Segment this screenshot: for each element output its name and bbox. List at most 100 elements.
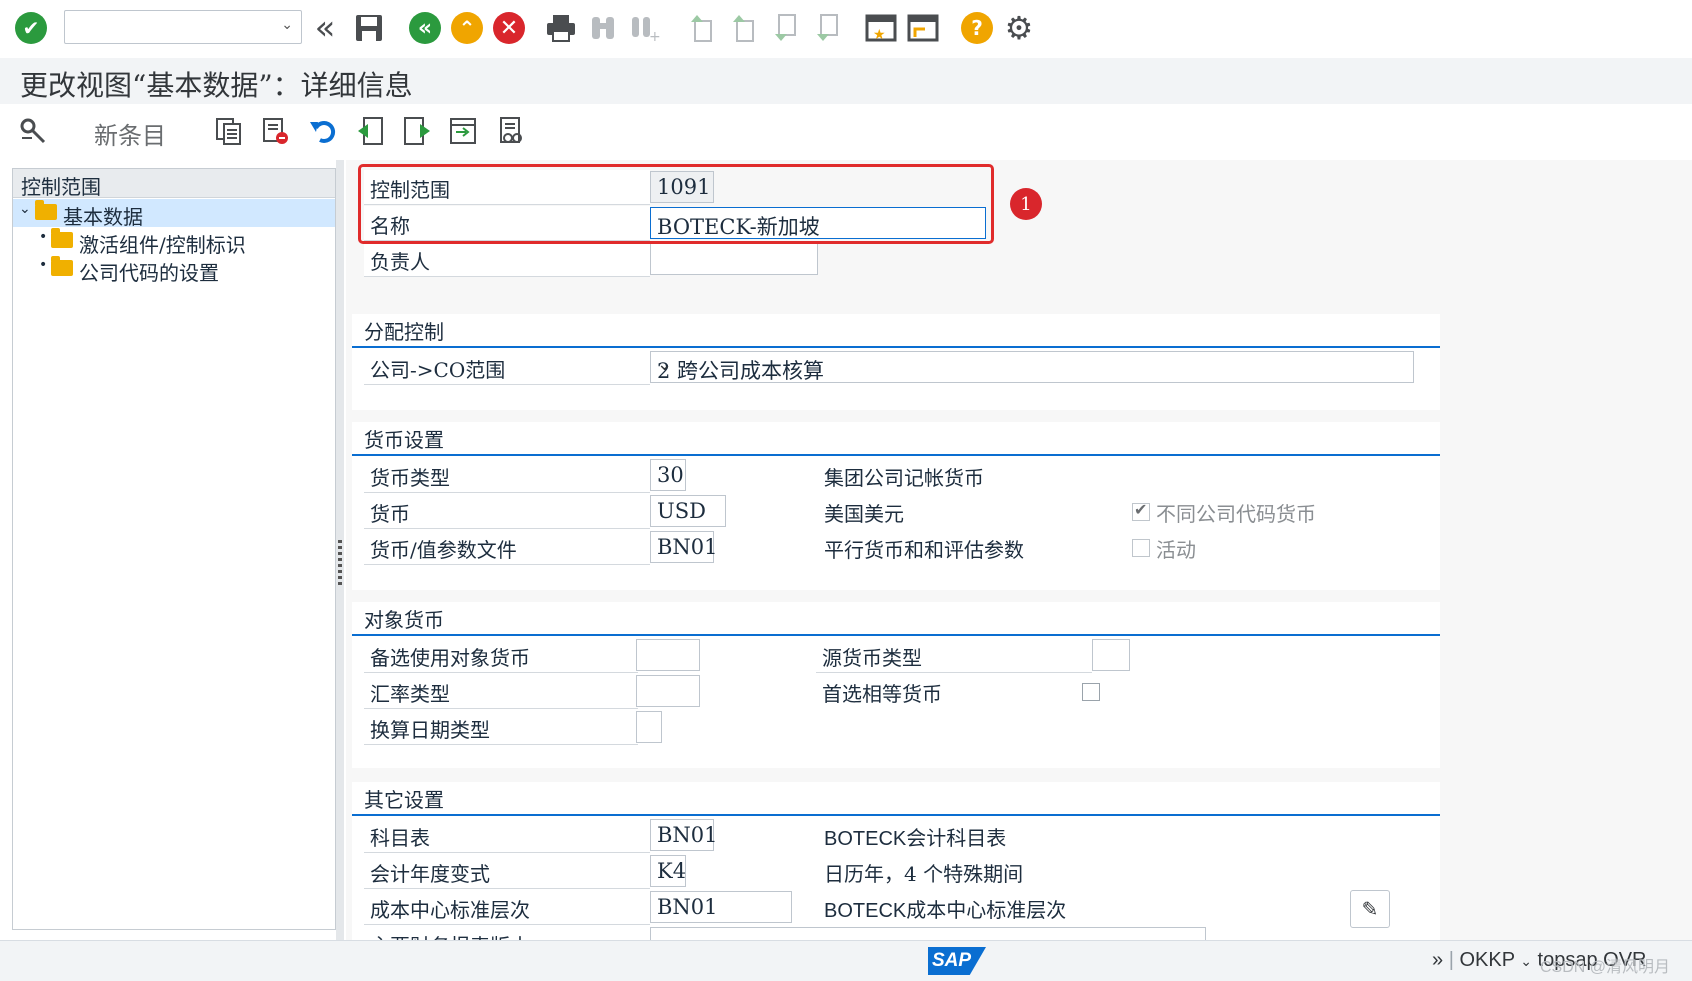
command-field[interactable]: ⌄: [64, 10, 302, 44]
delete-icon[interactable]: [258, 114, 292, 148]
print-list-icon[interactable]: [494, 114, 528, 148]
next-entry-icon[interactable]: [400, 114, 434, 148]
profile-field[interactable]: BN01: [650, 531, 718, 563]
next-page-icon[interactable]: [766, 9, 804, 47]
page-title: 更改视图“基本数据”：详细信息: [20, 69, 413, 102]
currency-field[interactable]: USD: [650, 495, 726, 527]
company-co-select[interactable]: 2 跨公司成本核算 ⌄: [650, 351, 1414, 383]
chart-of-accounts-label-cell: 科目表: [364, 818, 650, 853]
partial-row-label: 主要财务报表版本: [370, 930, 530, 940]
folder-open-icon: [35, 200, 57, 220]
chevron-down-icon[interactable]: ⌄: [1520, 953, 1532, 969]
currency-type-text: 集团公司记帐货币: [824, 466, 984, 490]
copy-as-icon[interactable]: [212, 114, 246, 148]
status-divider: |: [1448, 949, 1460, 971]
create-session-icon[interactable]: ★: [862, 9, 900, 47]
fiscal-year-variant-label-cell: 会计年度变式: [364, 854, 650, 889]
undo-icon[interactable]: [306, 114, 340, 148]
profile-label: 货币/值参数文件: [370, 538, 517, 562]
shortcut-icon[interactable]: [904, 9, 942, 47]
find-icon[interactable]: [584, 9, 622, 47]
currency-label-cell: 货币: [364, 494, 650, 529]
chevron-down-icon[interactable]: ⌄: [657, 354, 1401, 375]
svg-text:+: +: [649, 29, 660, 43]
diff-cc-currency-checkbox: [1132, 500, 1150, 521]
profile-label-cell: 货币/值参数文件: [364, 530, 650, 565]
expand-status-icon[interactable]: »: [1432, 949, 1443, 971]
help-icon[interactable]: ?: [958, 9, 996, 47]
translation-date-type-label-cell: 换算日期类型: [364, 710, 638, 745]
exit-icon[interactable]: ⌃: [448, 9, 486, 47]
currency-type-label-cell: 货币类型: [364, 458, 650, 493]
currency-type-field[interactable]: 30: [650, 459, 686, 491]
edit-pencil-icon[interactable]: ✎: [1350, 890, 1390, 928]
fiscal-year-variant-field[interactable]: K4: [650, 855, 686, 887]
chevron-down-icon[interactable]: ⌄: [281, 17, 293, 33]
annotation-badge: 1: [1010, 188, 1042, 220]
company-co-label-cell: 公司->CO范围: [364, 350, 650, 385]
group-title-bar: 分配控制: [352, 314, 1440, 348]
first-page-icon[interactable]: [682, 9, 720, 47]
group-title-bar: 货币设置: [352, 422, 1440, 456]
new-entries-button[interactable]: 新条目: [94, 116, 166, 151]
fiscal-year-variant-label: 会计年度变式: [370, 862, 490, 886]
partial-row-field[interactable]: [650, 927, 1206, 940]
active-label: 活动: [1156, 538, 1196, 562]
translation-date-type-field[interactable]: [636, 711, 662, 743]
chart-of-accounts-field[interactable]: BN01: [650, 819, 718, 851]
settings-gear-icon[interactable]: ⚙: [1000, 9, 1038, 47]
cost-center-hierarchy-value: BN01: [657, 895, 718, 919]
double-left-arrow-icon[interactable]: «: [306, 8, 344, 48]
bullet-icon: •: [39, 229, 48, 245]
fiscal-year-variant-text: 日历年，4 个特殊期间: [824, 862, 1024, 886]
enter-checkmark-icon[interactable]: ✔: [12, 9, 50, 47]
splitter-grip-icon[interactable]: [338, 540, 342, 586]
save-icon[interactable]: [350, 9, 388, 47]
preferred-equal-currency-label: 首选相等货币: [822, 682, 942, 706]
tree-header: 控制范围: [13, 169, 335, 199]
folder-icon: [51, 256, 73, 276]
tree-item-label: 基本数据: [63, 205, 143, 229]
previous-entry-icon[interactable]: [354, 114, 388, 148]
transport-icon[interactable]: [446, 114, 480, 148]
currency-settings-title: 货币设置: [364, 428, 444, 452]
alt-object-currency-field[interactable]: [636, 639, 700, 671]
source-currency-type-label-cell: 源货币类型: [816, 638, 1092, 673]
panel-splitter[interactable]: [336, 160, 344, 940]
previous-page-icon[interactable]: [724, 9, 762, 47]
chevron-down-icon[interactable]: ⌄: [19, 201, 31, 217]
svg-text:★: ★: [873, 27, 886, 43]
sap-logo-text: SAP: [932, 950, 972, 971]
tree-item-activate-components[interactable]: • 激活组件/控制标识: [13, 227, 335, 257]
chart-of-accounts-label: 科目表: [370, 826, 430, 850]
other-settings-title: 其它设置: [364, 788, 444, 812]
exchange-rate-type-field[interactable]: [636, 675, 700, 707]
partial-row: 主要财务报表版本: [364, 926, 1452, 940]
cost-center-hierarchy-label: 成本中心标准层次: [370, 898, 530, 922]
watermark-text: CSDN @清风明月: [1540, 959, 1671, 976]
currency-value: USD: [657, 499, 706, 523]
currency-type-value: 30: [657, 463, 684, 487]
tree-item-label: 激活组件/控制标识: [79, 233, 246, 257]
responsible-label-cell: 负责人: [364, 242, 650, 277]
display-change-icon[interactable]: [16, 114, 50, 148]
tree-header-label: 控制范围: [21, 175, 101, 199]
group-title-bar: 对象货币: [352, 602, 1440, 636]
cost-center-hierarchy-field[interactable]: BN01: [650, 891, 792, 923]
preferred-equal-currency-checkbox[interactable]: [1082, 683, 1100, 701]
transaction-code: OKKP: [1459, 949, 1515, 971]
find-next-icon[interactable]: +: [626, 9, 664, 47]
tree-item-basic-data[interactable]: ⌄ 基本数据: [13, 199, 335, 229]
responsible-field[interactable]: [650, 243, 818, 275]
responsible-label: 负责人: [370, 250, 430, 274]
currency-text: 美国美元: [824, 502, 904, 526]
source-currency-type-field[interactable]: [1092, 639, 1130, 671]
system-toolbar: ✔ ⌄ « « ⌃ ✕ + ★ ? ⚙: [0, 0, 1692, 59]
last-page-icon[interactable]: [808, 9, 846, 47]
print-icon[interactable]: [542, 9, 580, 47]
title-bar: 更改视图“基本数据”：详细信息: [0, 58, 1692, 105]
cancel-icon[interactable]: ✕: [490, 9, 528, 47]
tree-item-company-code-settings[interactable]: • 公司代码的设置: [13, 255, 335, 285]
preferred-equal-currency-label-cell: 首选相等货币: [816, 674, 1076, 708]
back-icon[interactable]: «: [406, 9, 444, 47]
